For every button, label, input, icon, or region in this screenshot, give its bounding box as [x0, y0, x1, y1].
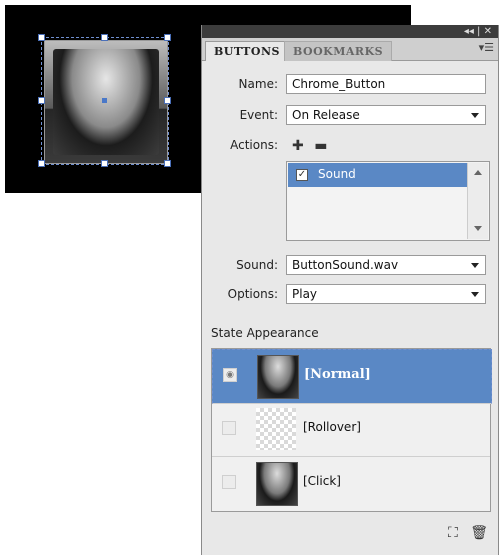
- resize-handle[interactable]: [38, 97, 45, 104]
- event-label: Event:: [239, 108, 278, 122]
- state-label: [Rollover]: [303, 420, 361, 434]
- action-tools: ✚ ▬: [292, 138, 327, 154]
- state-row-rollover[interactable]: [Rollover]: [212, 403, 490, 457]
- scrollbar[interactable]: [467, 163, 488, 239]
- chevron-down-icon: [471, 113, 479, 118]
- options-dropdown[interactable]: Play: [286, 284, 486, 304]
- state-thumbnail: [257, 355, 299, 399]
- add-icon[interactable]: ✚: [292, 138, 304, 154]
- state-label: [Normal]: [304, 367, 371, 382]
- name-field[interactable]: Chrome_Button: [286, 74, 486, 94]
- scroll-up-icon[interactable]: [474, 170, 482, 175]
- state-label: [Click]: [303, 474, 341, 488]
- sound-value: ButtonSound.wav: [292, 258, 399, 272]
- tab-bookmarks[interactable]: BOOKMARKS: [284, 41, 393, 61]
- state-thumbnail: [256, 462, 298, 506]
- event-value: On Release: [292, 108, 360, 122]
- tab-buttons[interactable]: BUTTONS: [205, 41, 289, 61]
- chevron-down-icon: [471, 263, 479, 268]
- event-dropdown[interactable]: On Release: [286, 105, 486, 125]
- list-item[interactable]: ✓ Sound: [288, 163, 467, 187]
- buttons-panel: ◂◂ | ✕ BUTTONS BOOKMARKS ▾☰ Name: Chrome…: [201, 25, 499, 555]
- scroll-down-icon[interactable]: [474, 226, 482, 231]
- list-item-label: Sound: [318, 167, 356, 181]
- resize-handle[interactable]: [164, 160, 171, 167]
- panel-menu-icon[interactable]: ▾☰: [479, 41, 494, 54]
- chrome-button-object[interactable]: [38, 34, 171, 167]
- actions-list: ✓ Sound: [286, 161, 490, 241]
- resize-handle[interactable]: [164, 97, 171, 104]
- sound-label: Sound:: [236, 258, 278, 272]
- panel-title-bar: ◂◂ | ✕: [202, 25, 498, 38]
- actions-label: Actions:: [230, 138, 278, 152]
- resize-handle[interactable]: [164, 34, 171, 41]
- name-label: Name:: [238, 77, 278, 91]
- state-appearance-list: ◉ [Normal] [Rollover] [Click]: [211, 348, 492, 512]
- trash-icon[interactable]: 🗑: [470, 525, 488, 541]
- center-point-handle[interactable]: [102, 98, 107, 103]
- panel-footer: ⛶ 🗑: [440, 525, 488, 541]
- sound-dropdown[interactable]: ButtonSound.wav: [286, 255, 486, 275]
- chevron-down-icon: [471, 292, 479, 297]
- double-chevron-icon[interactable]: ◂◂ | ✕: [464, 25, 492, 38]
- options-label: Options:: [227, 287, 278, 301]
- resize-handle[interactable]: [101, 34, 108, 41]
- state-appearance-title: State Appearance: [211, 326, 319, 340]
- visibility-toggle[interactable]: [222, 475, 236, 489]
- resize-handle[interactable]: [38, 34, 45, 41]
- eye-icon[interactable]: ◉: [223, 368, 237, 382]
- resize-handle[interactable]: [38, 160, 45, 167]
- visibility-toggle[interactable]: [222, 421, 236, 435]
- convert-to-object-icon[interactable]: ⛶: [448, 525, 458, 541]
- resize-handle[interactable]: [101, 160, 108, 167]
- options-value: Play: [292, 287, 318, 301]
- state-thumbnail-empty: [256, 408, 296, 450]
- checkbox[interactable]: ✓: [296, 169, 308, 181]
- state-row-click[interactable]: [Click]: [212, 457, 490, 510]
- state-row-normal[interactable]: ◉ [Normal]: [212, 349, 492, 404]
- panel-tabs: BUTTONS BOOKMARKS ▾☰: [202, 38, 498, 61]
- minus-icon[interactable]: ▬: [314, 138, 327, 154]
